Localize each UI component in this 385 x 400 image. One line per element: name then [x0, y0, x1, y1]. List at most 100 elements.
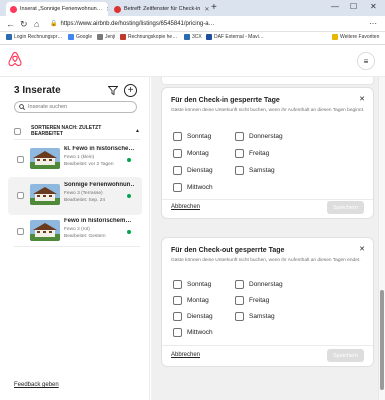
listing-checkbox[interactable] [17, 192, 24, 199]
day-checkbox-thursday[interactable]: Donnerstag [235, 132, 283, 141]
checkbox[interactable] [173, 183, 182, 192]
checkin-blocked-days-card: Für den Check-in gesperrte Tage ✕ Gäste … [161, 87, 374, 219]
checkbox[interactable] [235, 280, 244, 289]
listing-name: Sonnige Ferienwohnun… [64, 182, 134, 188]
airbnb-logo-icon[interactable] [8, 51, 22, 67]
bookmark-item[interactable]: Rechnungskopie he… [120, 34, 177, 40]
day-checkbox-monday[interactable]: Montag [173, 296, 209, 305]
listing-edited: Bearbeitet: vor 2 Tagen [64, 162, 114, 167]
folder-icon [332, 34, 338, 40]
bookmark-icon [184, 34, 190, 40]
tab-email[interactable]: Betreff: Zeitfenster für Check-in ✕ [110, 2, 210, 16]
bookmark-item[interactable]: 3CX [184, 34, 202, 40]
bookmark-item[interactable]: Google [68, 34, 92, 40]
back-icon[interactable]: ← [6, 18, 15, 30]
day-checkbox-wednesday[interactable]: Mittwoch [173, 183, 213, 192]
card-description: Gäste können deine Unterkunft nicht buch… [171, 108, 365, 113]
new-tab-button[interactable]: + [211, 2, 217, 14]
day-checkbox-saturday[interactable]: Samstag [235, 312, 275, 321]
bookmark-item[interactable]: DAF External - Mavi… [206, 34, 264, 40]
search-input[interactable] [28, 104, 128, 110]
listings-panel: 3 Inserate + SORTIEREN NACH: ZULETZT BEA… [0, 77, 150, 400]
status-dot-icon [127, 158, 131, 162]
listing-checkbox[interactable] [17, 228, 24, 235]
sort-button[interactable]: SORTIEREN NACH: ZULETZT BEARBEITET [31, 125, 133, 137]
listing-subtitle: Fewo 3 (Terrasse) [64, 191, 103, 196]
cancel-button[interactable]: Abbrechen [171, 352, 200, 358]
page-scrollbar[interactable] [378, 77, 385, 400]
day-checkbox-sunday[interactable]: Sonntag [173, 132, 211, 141]
bookmark-icon [120, 34, 126, 40]
bookmark-item[interactable]: Login Rechnungspr… [6, 34, 62, 40]
feedback-link[interactable]: Feedback geben [14, 382, 59, 388]
listings-title: 3 Inserate [14, 85, 61, 96]
checkbox[interactable] [235, 312, 244, 321]
day-checkbox-saturday[interactable]: Samstag [235, 166, 275, 175]
divider [14, 139, 140, 140]
checkbox[interactable] [173, 132, 182, 141]
home-icon[interactable]: ⌂ [34, 18, 39, 30]
checkbox[interactable] [173, 296, 182, 305]
bookmark-item[interactable]: Jenji [97, 34, 115, 40]
listing-checkbox[interactable] [17, 156, 24, 163]
close-icon[interactable]: ✕ [359, 246, 365, 254]
lock-icon: 🔒 [50, 21, 58, 27]
bookmark-icon [6, 34, 12, 40]
previous-card [161, 77, 374, 85]
other-favorites[interactable]: Weitere Favoriten [332, 34, 379, 40]
day-checkbox-sunday[interactable]: Sonntag [173, 280, 211, 289]
day-checkbox-wednesday[interactable]: Mittwoch [173, 328, 213, 337]
cancel-button[interactable]: Abbrechen [171, 204, 200, 210]
tab-listing[interactable]: Inserat „Sonnige Ferienwohnun… ✕ [6, 2, 108, 16]
maximize-icon[interactable]: ☐ [350, 1, 357, 13]
minimize-icon[interactable]: — [331, 1, 339, 13]
bookmark-icon [97, 34, 103, 40]
main-menu-button[interactable]: ≡ [357, 52, 375, 70]
listing-name: Fewo in historischem… [64, 218, 132, 224]
close-tab-icon[interactable]: ✕ [204, 6, 209, 13]
sort-row: SORTIEREN NACH: ZULETZT BEARBEITET ▲ [14, 125, 140, 140]
add-listing-button[interactable]: + [124, 84, 137, 97]
reload-icon[interactable]: ↻ [20, 18, 28, 30]
close-tab-icon[interactable]: ✕ [106, 6, 108, 13]
checkbox[interactable] [235, 149, 244, 158]
checkbox[interactable] [173, 280, 182, 289]
airbnb-favicon-icon [10, 5, 17, 13]
day-checkbox-friday[interactable]: Freitag [235, 149, 269, 158]
select-all-checkbox[interactable] [14, 127, 21, 135]
address-bar: ← ↻ ⌂ 🔒 https://www.airbnb.de/hosting/lis… [0, 16, 385, 32]
checkbox[interactable] [173, 149, 182, 158]
save-button[interactable]: Speichern [327, 349, 364, 362]
checkbox[interactable] [235, 166, 244, 175]
listing-name: kl. Fewo in historische… [64, 146, 134, 152]
save-button[interactable]: Speichern [327, 201, 364, 214]
sort-arrow-icon[interactable]: ▲ [135, 128, 140, 134]
bookmark-icon [206, 34, 212, 40]
divider [14, 246, 140, 247]
app-header: ≡ [0, 45, 385, 77]
day-checkbox-tuesday[interactable]: Dienstag [173, 166, 213, 175]
browser-menu-icon[interactable]: ⋯ [369, 18, 377, 30]
checkbox[interactable] [173, 166, 182, 175]
card-title: Für den Check-out gesperrte Tage [171, 247, 285, 254]
day-checkbox-tuesday[interactable]: Dienstag [173, 312, 213, 321]
search-field[interactable] [14, 101, 137, 113]
close-icon[interactable]: ✕ [359, 96, 365, 104]
checkbox[interactable] [235, 296, 244, 305]
card-description: Gäste können deine Unterkunft nicht buch… [171, 258, 361, 263]
filter-icon[interactable] [108, 86, 118, 95]
window-close-icon[interactable]: ✕ [370, 1, 377, 13]
listing-item[interactable]: Sonnige Ferienwohnun… Fewo 3 (Terrasse) … [8, 177, 142, 215]
checkbox[interactable] [173, 312, 182, 321]
listing-item[interactable]: kl. Fewo in historische… Fewo 1 (klein) … [8, 141, 142, 179]
day-checkbox-thursday[interactable]: Donnerstag [235, 280, 283, 289]
checkbox[interactable] [173, 328, 182, 337]
status-dot-icon [127, 194, 131, 198]
card-title: Für den Check-in gesperrte Tage [171, 97, 280, 104]
checkbox[interactable] [235, 132, 244, 141]
day-checkbox-monday[interactable]: Montag [173, 149, 209, 158]
url-field[interactable]: 🔒 https://www.airbnb.de/hosting/listings/… [50, 18, 215, 30]
day-checkbox-friday[interactable]: Freitag [235, 296, 269, 305]
listing-thumbnail [30, 148, 60, 169]
scrollbar-thumb[interactable] [380, 290, 384, 390]
